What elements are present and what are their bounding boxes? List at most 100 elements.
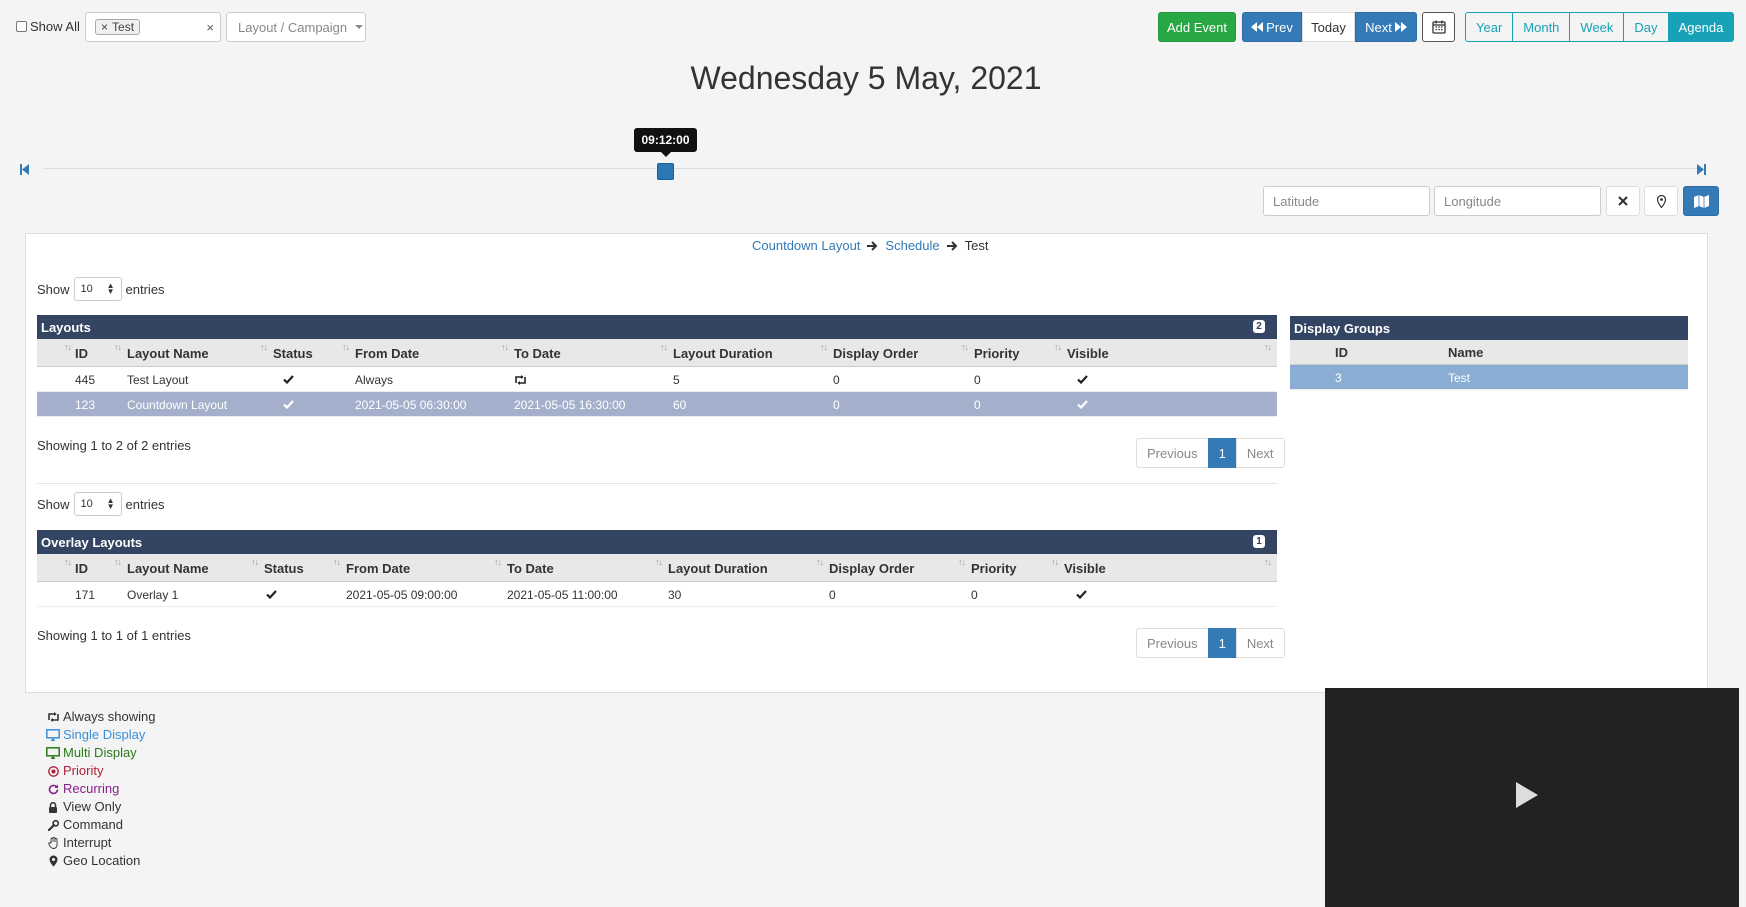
view-week-button[interactable]: Week xyxy=(1569,12,1625,42)
sort-icon: ↑↓ xyxy=(1264,342,1272,352)
timeline-handle[interactable] xyxy=(657,163,674,180)
map-marker-icon xyxy=(46,855,60,867)
column-header-name[interactable]: Name xyxy=(1448,340,1688,365)
breadcrumb-schedule-link[interactable]: Schedule xyxy=(885,238,939,253)
column-header-name[interactable]: Layout Name ↑↓ xyxy=(127,339,273,367)
sort-icon: ↑↓ xyxy=(251,557,259,567)
next-page-button[interactable]: Next xyxy=(1235,438,1285,468)
play-icon[interactable] xyxy=(1516,782,1538,808)
selected-tag-chip: × Test xyxy=(95,19,141,35)
show-all-checkbox[interactable] xyxy=(16,21,27,32)
sort-icon: ↑↓ xyxy=(1054,342,1062,352)
wrench-icon xyxy=(46,819,60,831)
column-header-to[interactable]: To Date ↑↓ xyxy=(507,554,668,582)
display-groups-caption: Display Groups xyxy=(1290,316,1688,340)
overlays-length-select[interactable]: 10 ▲ ▼ xyxy=(73,492,122,516)
check-icon xyxy=(1076,590,1087,599)
view-agenda-button[interactable]: Agenda xyxy=(1667,12,1735,42)
latitude-input[interactable]: Latitude xyxy=(1263,186,1430,216)
today-button[interactable]: Today xyxy=(1302,12,1355,42)
layouts-length-select[interactable]: 10 ▲ ▼ xyxy=(73,277,122,301)
sort-icon: ↑↓ xyxy=(260,342,268,352)
view-month-button[interactable]: Month xyxy=(1512,12,1571,42)
column-header-visible[interactable]: Visible ↑↓ xyxy=(1064,554,1277,582)
column-header-priority[interactable]: Priority ↑↓ xyxy=(974,339,1067,367)
row-select-column[interactable]: ↑↓ xyxy=(37,554,75,582)
sort-icon: ↑↓ xyxy=(655,557,663,567)
date-picker-button[interactable] xyxy=(1422,12,1455,42)
sort-icon: ↑↓ xyxy=(342,342,350,352)
show-all-toggle[interactable]: Show All xyxy=(16,19,80,34)
sort-icon: ↑↓ xyxy=(64,342,72,352)
previous-page-button[interactable]: Previous xyxy=(1136,438,1209,468)
add-event-button[interactable]: Add Event xyxy=(1158,12,1236,42)
sort-icon: ↑↓ xyxy=(1264,557,1272,567)
table-row[interactable]: 445 Test Layout Always 5 0 0 xyxy=(37,367,1277,392)
name-cell: Test Layout xyxy=(127,372,189,387)
breadcrumb-layout-link[interactable]: Countdown Layout xyxy=(752,238,860,253)
overlays-length-control: Show 10 ▲ ▼ entries xyxy=(37,492,165,516)
next-button[interactable]: Next xyxy=(1355,12,1417,42)
longitude-input[interactable]: Longitude xyxy=(1434,186,1601,216)
check-icon xyxy=(283,375,294,384)
column-header-from[interactable]: From Date ↑↓ xyxy=(355,339,514,367)
column-label: Visible xyxy=(1064,560,1106,576)
clear-selection-button[interactable]: × xyxy=(206,20,214,35)
priority-cell: 0 xyxy=(974,397,981,412)
previous-page-button[interactable]: Previous xyxy=(1136,628,1209,658)
timeline-end-icon[interactable] xyxy=(1697,164,1706,175)
view-day-button[interactable]: Day xyxy=(1623,12,1669,42)
legend-label: Always showing xyxy=(63,709,156,724)
column-header-from[interactable]: From Date ↑↓ xyxy=(346,554,507,582)
section-divider xyxy=(37,483,1277,484)
timeline-start-icon[interactable] xyxy=(20,164,29,175)
add-event-label: Add Event xyxy=(1167,19,1227,35)
table-row[interactable]: 123 Countdown Layout 2021-05-05 06:30:00 20… xyxy=(37,392,1277,417)
column-header-status[interactable]: Status ↑↓ xyxy=(273,339,355,367)
name-cell: Countdown Layout xyxy=(127,397,228,412)
column-header-id[interactable]: ID xyxy=(1290,340,1448,365)
column-header-name[interactable]: Layout Name ↑↓ xyxy=(127,554,264,582)
map-view-button[interactable] xyxy=(1683,186,1719,216)
column-header-to[interactable]: To Date ↑↓ xyxy=(514,339,673,367)
timeline-track[interactable] xyxy=(43,168,1703,169)
tag-remove-button[interactable]: × xyxy=(101,20,108,34)
layout-campaign-dropdown[interactable]: Layout / Campaign xyxy=(226,12,366,42)
timeline-time-tooltip: 09:12:00 xyxy=(634,128,697,157)
row-select-column[interactable]: ↑↓ xyxy=(37,339,75,367)
calendar-icon xyxy=(1431,20,1446,34)
video-player[interactable] xyxy=(1325,688,1739,907)
column-header-visible[interactable]: Visible ↑↓ xyxy=(1067,339,1277,367)
column-header-order[interactable]: Display Order ↑↓ xyxy=(829,554,971,582)
sort-icon: ↑↓ xyxy=(1051,557,1059,567)
id-cell: 445 xyxy=(75,372,96,387)
prev-button[interactable]: Prev xyxy=(1242,12,1302,42)
view-year-button[interactable]: Year xyxy=(1465,12,1514,42)
breadcrumb: Countdown Layout Schedule Test xyxy=(752,238,988,253)
status-cell xyxy=(264,582,346,607)
table-row[interactable]: 171 Overlay 1 2021-05-05 09:00:00 2021-05-0… xyxy=(37,582,1277,607)
current-location-button[interactable] xyxy=(1644,186,1678,216)
column-header-order[interactable]: Display Order ↑↓ xyxy=(833,339,974,367)
page-1-button[interactable]: 1 xyxy=(1207,438,1237,468)
column-label: Name xyxy=(1448,345,1484,360)
caret-down-icon xyxy=(355,25,364,29)
column-header-priority[interactable]: Priority ↑↓ xyxy=(971,554,1064,582)
entries-label: entries xyxy=(125,496,165,512)
sort-icon: ↑↓ xyxy=(333,557,341,567)
column-label: ID xyxy=(75,345,88,361)
display-tag-select[interactable]: × Test × xyxy=(85,12,221,42)
column-header-duration[interactable]: Layout Duration ↑↓ xyxy=(673,339,833,367)
column-header-status[interactable]: Status ↑↓ xyxy=(264,554,346,582)
column-header-duration[interactable]: Layout Duration ↑↓ xyxy=(668,554,829,582)
column-label: Status xyxy=(273,345,313,361)
next-page-button[interactable]: Next xyxy=(1235,628,1285,658)
column-header-id[interactable]: ID ↑↓ xyxy=(75,339,127,367)
column-header-id[interactable]: ID ↑↓ xyxy=(75,554,127,582)
table-row[interactable]: 3 Test xyxy=(1290,365,1688,390)
page-1-button[interactable]: 1 xyxy=(1207,628,1237,658)
clear-geo-button[interactable] xyxy=(1606,186,1640,216)
check-icon xyxy=(1077,375,1088,384)
length-value: 10 xyxy=(80,498,93,510)
column-label: Status xyxy=(264,560,304,576)
